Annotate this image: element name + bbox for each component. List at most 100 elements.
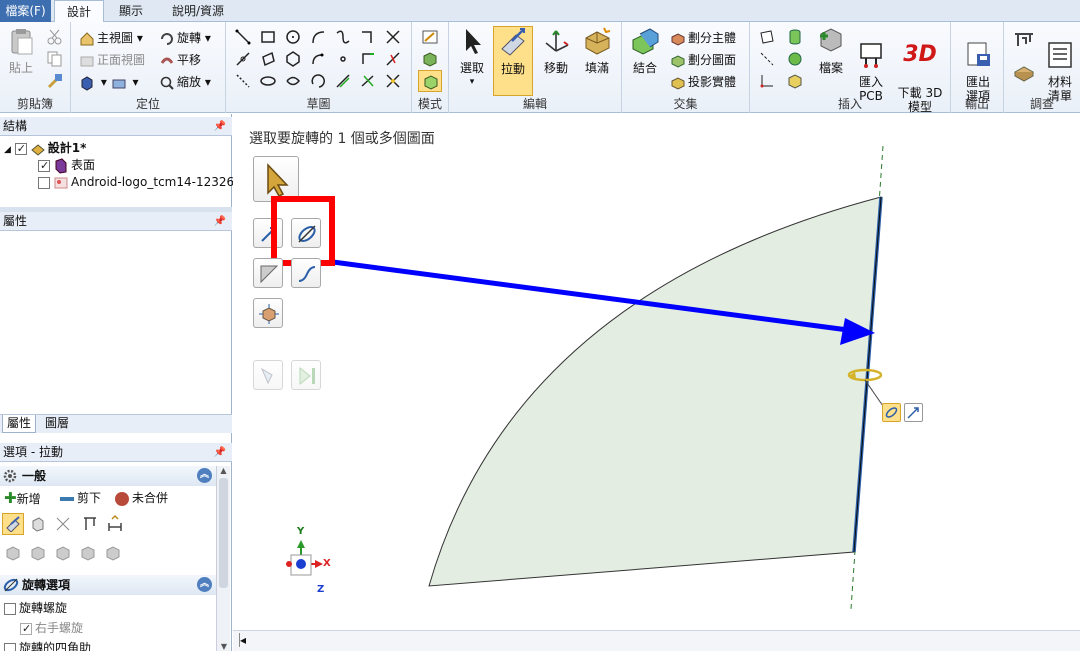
image-checkbox[interactable] <box>38 176 50 189</box>
project-body-button[interactable]: 投影實體 <box>670 72 736 92</box>
pin-icon[interactable]: 📌 <box>214 117 226 136</box>
3d-mode-button[interactable] <box>418 70 442 92</box>
spline-tool-icon[interactable] <box>334 28 352 46</box>
extend-tool-icon[interactable] <box>359 50 377 68</box>
home-view-button[interactable]: 主視圖 ▾ <box>79 28 143 48</box>
cylinder-icon[interactable] <box>786 28 804 46</box>
spin-button[interactable]: 旋轉 ▾ <box>159 28 211 48</box>
expand-icon[interactable]: ◢ <box>4 145 11 155</box>
shape-option-2-icon[interactable] <box>29 544 47 562</box>
scroll-up-icon[interactable]: ▲ <box>217 466 230 475</box>
cut-icon[interactable] <box>46 28 64 46</box>
shell-icon[interactable] <box>786 72 804 90</box>
root-checkbox[interactable] <box>14 141 27 157</box>
add-option[interactable]: ✚新增 <box>4 488 41 508</box>
plane-icon[interactable] <box>758 28 776 46</box>
arc-tool-icon[interactable] <box>309 28 327 46</box>
options-scrollbar[interactable]: ▲ ▼ <box>216 466 230 651</box>
measure-option-icon[interactable] <box>81 515 99 533</box>
front-view-button[interactable]: 正面視圖 <box>79 50 145 70</box>
tab-properties[interactable]: 屬性 <box>2 415 36 433</box>
cross-tool-icon[interactable] <box>384 28 402 46</box>
offset-curve-icon[interactable] <box>284 72 302 90</box>
trim-tool-icon[interactable] <box>359 28 377 46</box>
tab-file[interactable]: 檔案(F) <box>0 0 51 22</box>
both-sides-icon[interactable] <box>29 515 47 533</box>
mass-icon[interactable] <box>1012 60 1036 82</box>
polygon-tool-icon[interactable] <box>284 50 302 68</box>
cut-option[interactable]: 剪下 <box>60 488 101 508</box>
split-body-button[interactable]: 劃分主體 <box>670 28 736 48</box>
chevron-up-icon[interactable]: ︽ <box>197 577 212 592</box>
shape-option-4-icon[interactable] <box>79 544 97 562</box>
format-painter-icon[interactable] <box>46 72 64 90</box>
helix-checkbox[interactable] <box>4 602 16 615</box>
view-cube-button[interactable]: ▾ ▾ <box>79 72 139 92</box>
cancel-tool[interactable] <box>253 360 283 390</box>
scroll-down-icon[interactable]: ▼ <box>217 642 231 651</box>
pan-button[interactable]: 平移 <box>159 50 201 70</box>
tab-layers[interactable]: 圖層 <box>40 415 74 433</box>
blend-tool[interactable] <box>253 298 283 328</box>
distance-icon[interactable] <box>106 515 124 533</box>
fourth-checkbox[interactable] <box>4 642 16 651</box>
axis-icon[interactable] <box>758 50 776 68</box>
tree-item-image[interactable]: Android-logo_tcm14-1232684 <box>38 174 249 190</box>
delete-curve-icon[interactable] <box>384 72 402 90</box>
circle-tool-icon[interactable] <box>284 28 302 46</box>
tab-display[interactable]: 顯示 <box>106 0 156 22</box>
pin-icon[interactable]: 📌 <box>214 443 226 462</box>
project-curve-icon[interactable] <box>334 72 352 90</box>
bend-tool-icon[interactable] <box>359 72 377 90</box>
point-tool-icon[interactable] <box>334 50 352 68</box>
helix-option[interactable]: 旋轉螺旋 <box>4 600 67 616</box>
complete-tool[interactable] <box>291 360 321 390</box>
right-hand-checkbox[interactable] <box>20 621 32 637</box>
tree-root[interactable]: ◢ 設計1* <box>4 140 86 157</box>
ruled-icon[interactable] <box>54 515 72 533</box>
tangent-line-icon[interactable] <box>234 50 252 68</box>
handle-pull-button[interactable] <box>904 403 923 422</box>
sketch-mode-icon[interactable] <box>421 28 439 46</box>
chevron-up-icon[interactable]: ︽ <box>197 468 212 483</box>
zoom-button[interactable]: 縮放 ▾ <box>159 72 211 92</box>
combine-button[interactable]: 結合 <box>626 26 664 75</box>
tab-design[interactable]: 設計 <box>54 0 104 23</box>
line-tool-icon[interactable] <box>234 28 252 46</box>
three-point-rect-icon[interactable] <box>259 50 277 68</box>
section-mode-icon[interactable] <box>421 50 439 68</box>
move-button[interactable]: 移動 <box>537 26 575 75</box>
scroll-thumb[interactable] <box>219 478 228 588</box>
shape-option-3-icon[interactable] <box>54 544 72 562</box>
select-button[interactable]: 選取 ▾ <box>453 26 491 92</box>
split-curve-icon[interactable] <box>384 50 402 68</box>
sweep-tool[interactable] <box>291 258 321 288</box>
scroll-left-icon[interactable]: ◂ <box>239 633 247 647</box>
insert-file-button[interactable]: 檔案 <box>814 26 848 75</box>
revolve-options-header[interactable]: 旋轉選項 ︽ <box>0 575 218 595</box>
no-merge-option[interactable]: 未合併 <box>115 488 168 508</box>
fill-button[interactable]: 填滿 <box>577 26 617 75</box>
shape-option-1-icon[interactable] <box>4 544 22 562</box>
handle-revolve-button[interactable] <box>882 403 901 422</box>
ellipse-tool-icon[interactable] <box>259 72 277 90</box>
tab-help[interactable]: 說明/資源 <box>160 0 236 22</box>
measure-icon[interactable] <box>1012 30 1036 52</box>
three-point-arc-icon[interactable] <box>309 72 327 90</box>
tree-item-surface[interactable]: 表面 <box>38 157 95 174</box>
pull-button[interactable]: 拉動 <box>493 26 533 96</box>
option-up-to-button[interactable] <box>2 513 24 535</box>
split-face-button[interactable]: 劃分圖面 <box>670 50 736 70</box>
canvas-hscrollbar[interactable]: ◂ <box>233 630 1080 651</box>
fourth-option[interactable]: 旋轉的四角助 <box>4 640 91 651</box>
general-section-header[interactable]: 一般 ︽ <box>0 466 218 486</box>
pin-icon[interactable]: 📌 <box>214 212 226 231</box>
sweep-arc-icon[interactable] <box>309 50 327 68</box>
shape-option-5-icon[interactable] <box>104 544 122 562</box>
construction-line-icon[interactable] <box>234 72 252 90</box>
sphere-icon[interactable] <box>786 50 804 68</box>
design-canvas[interactable]: 選取要旋轉的 1 個或多個圖面 Y X Z ◂ <box>233 114 1080 651</box>
download-3d-button[interactable]: 3D 下載 3D 模型 <box>894 26 946 128</box>
rectangle-tool-icon[interactable] <box>259 28 277 46</box>
origin-icon[interactable] <box>758 72 776 90</box>
